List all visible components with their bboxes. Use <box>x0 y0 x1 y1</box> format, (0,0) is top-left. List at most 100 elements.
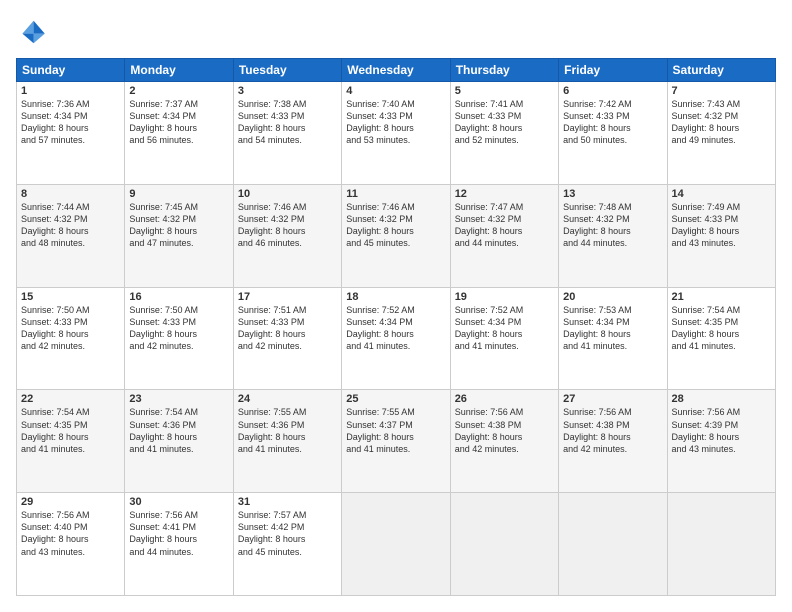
day-cell <box>559 493 667 596</box>
day-cell: 3Sunrise: 7:38 AMSunset: 4:33 PMDaylight… <box>233 82 341 185</box>
day-info: Sunrise: 7:55 AMSunset: 4:37 PMDaylight:… <box>346 406 445 455</box>
day-info: Sunrise: 7:54 AMSunset: 4:35 PMDaylight:… <box>672 304 771 353</box>
weekday-wednesday: Wednesday <box>342 59 450 82</box>
day-cell: 13Sunrise: 7:48 AMSunset: 4:32 PMDayligh… <box>559 184 667 287</box>
day-info: Sunrise: 7:56 AMSunset: 4:41 PMDaylight:… <box>129 509 228 558</box>
day-cell: 23Sunrise: 7:54 AMSunset: 4:36 PMDayligh… <box>125 390 233 493</box>
day-cell: 9Sunrise: 7:45 AMSunset: 4:32 PMDaylight… <box>125 184 233 287</box>
day-info: Sunrise: 7:43 AMSunset: 4:32 PMDaylight:… <box>672 98 771 147</box>
day-info: Sunrise: 7:46 AMSunset: 4:32 PMDaylight:… <box>238 201 337 250</box>
day-cell: 31Sunrise: 7:57 AMSunset: 4:42 PMDayligh… <box>233 493 341 596</box>
day-cell: 28Sunrise: 7:56 AMSunset: 4:39 PMDayligh… <box>667 390 775 493</box>
day-cell: 14Sunrise: 7:49 AMSunset: 4:33 PMDayligh… <box>667 184 775 287</box>
day-info: Sunrise: 7:45 AMSunset: 4:32 PMDaylight:… <box>129 201 228 250</box>
day-number: 17 <box>238 291 337 303</box>
day-cell: 17Sunrise: 7:51 AMSunset: 4:33 PMDayligh… <box>233 287 341 390</box>
day-info: Sunrise: 7:36 AMSunset: 4:34 PMDaylight:… <box>21 98 120 147</box>
day-info: Sunrise: 7:44 AMSunset: 4:32 PMDaylight:… <box>21 201 120 250</box>
week-row-3: 15Sunrise: 7:50 AMSunset: 4:33 PMDayligh… <box>17 287 776 390</box>
day-info: Sunrise: 7:57 AMSunset: 4:42 PMDaylight:… <box>238 509 337 558</box>
day-info: Sunrise: 7:49 AMSunset: 4:33 PMDaylight:… <box>672 201 771 250</box>
day-number: 16 <box>129 291 228 303</box>
day-cell: 2Sunrise: 7:37 AMSunset: 4:34 PMDaylight… <box>125 82 233 185</box>
day-info: Sunrise: 7:52 AMSunset: 4:34 PMDaylight:… <box>455 304 554 353</box>
day-number: 3 <box>238 85 337 97</box>
day-info: Sunrise: 7:56 AMSunset: 4:38 PMDaylight:… <box>455 406 554 455</box>
day-number: 2 <box>129 85 228 97</box>
logo-icon <box>16 16 48 48</box>
day-info: Sunrise: 7:56 AMSunset: 4:38 PMDaylight:… <box>563 406 662 455</box>
weekday-header-row: SundayMondayTuesdayWednesdayThursdayFrid… <box>17 59 776 82</box>
day-cell: 11Sunrise: 7:46 AMSunset: 4:32 PMDayligh… <box>342 184 450 287</box>
day-number: 20 <box>563 291 662 303</box>
day-cell: 1Sunrise: 7:36 AMSunset: 4:34 PMDaylight… <box>17 82 125 185</box>
day-number: 27 <box>563 393 662 405</box>
day-number: 10 <box>238 188 337 200</box>
day-cell: 8Sunrise: 7:44 AMSunset: 4:32 PMDaylight… <box>17 184 125 287</box>
day-cell: 12Sunrise: 7:47 AMSunset: 4:32 PMDayligh… <box>450 184 558 287</box>
day-cell: 20Sunrise: 7:53 AMSunset: 4:34 PMDayligh… <box>559 287 667 390</box>
day-cell: 16Sunrise: 7:50 AMSunset: 4:33 PMDayligh… <box>125 287 233 390</box>
week-row-2: 8Sunrise: 7:44 AMSunset: 4:32 PMDaylight… <box>17 184 776 287</box>
day-cell: 26Sunrise: 7:56 AMSunset: 4:38 PMDayligh… <box>450 390 558 493</box>
day-number: 25 <box>346 393 445 405</box>
day-cell: 30Sunrise: 7:56 AMSunset: 4:41 PMDayligh… <box>125 493 233 596</box>
day-number: 24 <box>238 393 337 405</box>
day-cell: 25Sunrise: 7:55 AMSunset: 4:37 PMDayligh… <box>342 390 450 493</box>
day-info: Sunrise: 7:51 AMSunset: 4:33 PMDaylight:… <box>238 304 337 353</box>
day-info: Sunrise: 7:50 AMSunset: 4:33 PMDaylight:… <box>21 304 120 353</box>
day-cell: 4Sunrise: 7:40 AMSunset: 4:33 PMDaylight… <box>342 82 450 185</box>
day-number: 13 <box>563 188 662 200</box>
day-number: 31 <box>238 496 337 508</box>
day-cell: 29Sunrise: 7:56 AMSunset: 4:40 PMDayligh… <box>17 493 125 596</box>
day-info: Sunrise: 7:54 AMSunset: 4:36 PMDaylight:… <box>129 406 228 455</box>
day-cell: 6Sunrise: 7:42 AMSunset: 4:33 PMDaylight… <box>559 82 667 185</box>
day-number: 28 <box>672 393 771 405</box>
day-number: 29 <box>21 496 120 508</box>
day-number: 6 <box>563 85 662 97</box>
day-cell: 18Sunrise: 7:52 AMSunset: 4:34 PMDayligh… <box>342 287 450 390</box>
day-number: 8 <box>21 188 120 200</box>
day-info: Sunrise: 7:48 AMSunset: 4:32 PMDaylight:… <box>563 201 662 250</box>
day-cell: 15Sunrise: 7:50 AMSunset: 4:33 PMDayligh… <box>17 287 125 390</box>
day-number: 18 <box>346 291 445 303</box>
day-number: 4 <box>346 85 445 97</box>
weekday-friday: Friday <box>559 59 667 82</box>
day-cell: 21Sunrise: 7:54 AMSunset: 4:35 PMDayligh… <box>667 287 775 390</box>
day-number: 19 <box>455 291 554 303</box>
day-number: 5 <box>455 85 554 97</box>
header <box>16 16 776 48</box>
day-cell: 27Sunrise: 7:56 AMSunset: 4:38 PMDayligh… <box>559 390 667 493</box>
day-info: Sunrise: 7:52 AMSunset: 4:34 PMDaylight:… <box>346 304 445 353</box>
day-info: Sunrise: 7:55 AMSunset: 4:36 PMDaylight:… <box>238 406 337 455</box>
calendar-table: SundayMondayTuesdayWednesdayThursdayFrid… <box>16 58 776 596</box>
day-number: 1 <box>21 85 120 97</box>
day-info: Sunrise: 7:50 AMSunset: 4:33 PMDaylight:… <box>129 304 228 353</box>
day-info: Sunrise: 7:56 AMSunset: 4:40 PMDaylight:… <box>21 509 120 558</box>
day-info: Sunrise: 7:40 AMSunset: 4:33 PMDaylight:… <box>346 98 445 147</box>
day-number: 30 <box>129 496 228 508</box>
weekday-tuesday: Tuesday <box>233 59 341 82</box>
day-info: Sunrise: 7:54 AMSunset: 4:35 PMDaylight:… <box>21 406 120 455</box>
day-info: Sunrise: 7:46 AMSunset: 4:32 PMDaylight:… <box>346 201 445 250</box>
day-cell <box>667 493 775 596</box>
logo <box>16 16 52 48</box>
day-number: 11 <box>346 188 445 200</box>
day-number: 15 <box>21 291 120 303</box>
day-number: 26 <box>455 393 554 405</box>
day-info: Sunrise: 7:47 AMSunset: 4:32 PMDaylight:… <box>455 201 554 250</box>
day-cell <box>342 493 450 596</box>
day-cell: 5Sunrise: 7:41 AMSunset: 4:33 PMDaylight… <box>450 82 558 185</box>
day-info: Sunrise: 7:41 AMSunset: 4:33 PMDaylight:… <box>455 98 554 147</box>
day-info: Sunrise: 7:56 AMSunset: 4:39 PMDaylight:… <box>672 406 771 455</box>
week-row-5: 29Sunrise: 7:56 AMSunset: 4:40 PMDayligh… <box>17 493 776 596</box>
day-info: Sunrise: 7:42 AMSunset: 4:33 PMDaylight:… <box>563 98 662 147</box>
day-number: 22 <box>21 393 120 405</box>
day-cell <box>450 493 558 596</box>
day-info: Sunrise: 7:38 AMSunset: 4:33 PMDaylight:… <box>238 98 337 147</box>
week-row-4: 22Sunrise: 7:54 AMSunset: 4:35 PMDayligh… <box>17 390 776 493</box>
weekday-thursday: Thursday <box>450 59 558 82</box>
weekday-sunday: Sunday <box>17 59 125 82</box>
day-number: 9 <box>129 188 228 200</box>
page: SundayMondayTuesdayWednesdayThursdayFrid… <box>0 0 792 612</box>
